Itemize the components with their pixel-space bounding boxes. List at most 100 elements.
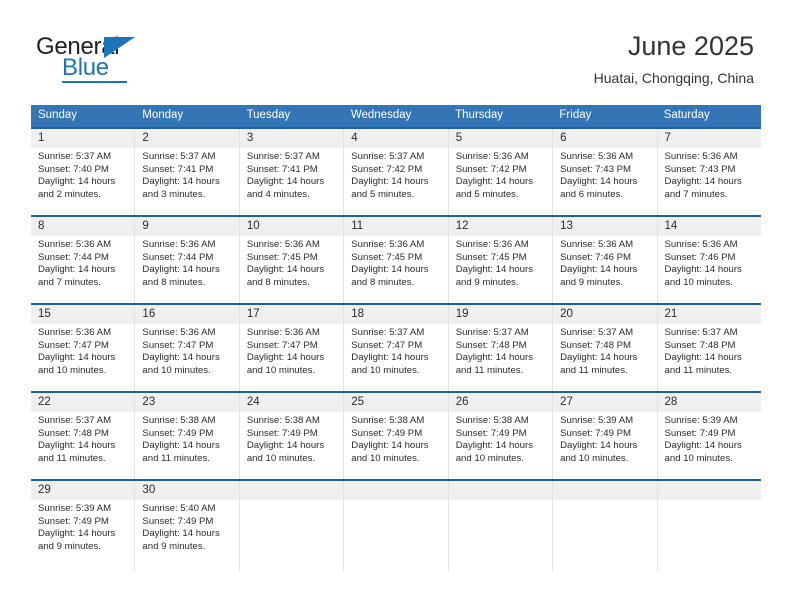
calendar-day-cell[interactable]: 17 Sunrise: 5:36 AM Sunset: 7:47 PM Dayligh… xyxy=(239,305,345,391)
sunset-text: Sunset: 7:41 PM xyxy=(142,163,214,175)
calendar-day-cell[interactable]: 22 Sunrise: 5:37 AM Sunset: 7:48 PM Dayligh… xyxy=(31,393,136,479)
calendar-day-cell[interactable]: 10 Sunrise: 5:36 AM Sunset: 7:45 PM Dayligh… xyxy=(239,217,345,303)
day-number: 21 xyxy=(657,305,761,324)
sunrise-text: Sunrise: 5:38 AM xyxy=(455,415,529,426)
day-number: 28 xyxy=(657,393,761,412)
calendar-day-cell[interactable]: 6 Sunrise: 5:36 AM Sunset: 7:43 PM Daylight… xyxy=(553,129,658,215)
sunset-text: Sunset: 7:43 PM xyxy=(664,163,736,175)
sunset-text: Sunset: 7:45 PM xyxy=(455,251,527,263)
calendar-day-cell[interactable]: 14 Sunrise: 5:36 AM Sunset: 7:46 PM Dayligh… xyxy=(657,217,761,303)
general-blue-logo[interactable]: General Blue xyxy=(36,34,166,84)
day-number xyxy=(553,481,657,500)
day-number: 5 xyxy=(448,129,553,148)
sunrise-text: Sunrise: 5:37 AM xyxy=(351,151,425,162)
day-number: 18 xyxy=(344,305,448,324)
calendar-day-cell[interactable]: 9 Sunrise: 5:36 AM Sunset: 7:44 PM Daylight… xyxy=(135,217,240,303)
sunrise-text: Sunrise: 5:36 AM xyxy=(664,239,738,250)
daylight-text: Daylight: 14 hours and 10 minutes. xyxy=(246,352,325,376)
calendar-day-cell[interactable]: 1 Sunrise: 5:37 AM Sunset: 7:40 PM Daylight… xyxy=(31,129,136,215)
calendar-day-cell[interactable]: 15 Sunrise: 5:36 AM Sunset: 7:47 PM Dayligh… xyxy=(31,305,136,391)
calendar-day-cell[interactable]: 27 Sunrise: 5:39 AM Sunset: 7:49 PM Dayligh… xyxy=(553,393,658,479)
sunrise-text: Sunrise: 5:36 AM xyxy=(142,327,216,338)
calendar-week-row: 1 Sunrise: 5:37 AM Sunset: 7:40 PM Daylight… xyxy=(31,127,761,215)
day-number: 29 xyxy=(31,481,135,500)
calendar-day-cell[interactable]: 16 Sunrise: 5:36 AM Sunset: 7:47 PM Dayligh… xyxy=(135,305,240,391)
calendar-day-cell[interactable]: 13 Sunrise: 5:36 AM Sunset: 7:46 PM Dayligh… xyxy=(553,217,658,303)
sunrise-text: Sunrise: 5:36 AM xyxy=(351,239,425,250)
day-number: 30 xyxy=(135,481,239,500)
calendar-day-cell[interactable]: 5 Sunrise: 5:36 AM Sunset: 7:42 PM Daylight… xyxy=(448,129,554,215)
sunrise-text: Sunrise: 5:37 AM xyxy=(38,415,112,426)
logo-underline xyxy=(62,81,127,83)
calendar-day-cell[interactable]: 19 Sunrise: 5:37 AM Sunset: 7:48 PM Dayligh… xyxy=(448,305,554,391)
calendar-day-cell[interactable]: 8 Sunrise: 5:36 AM Sunset: 7:44 PM Daylight… xyxy=(31,217,136,303)
calendar-day-cell[interactable]: 25 Sunrise: 5:38 AM Sunset: 7:49 PM Dayligh… xyxy=(344,393,449,479)
day-number xyxy=(657,481,761,500)
calendar-day-cell[interactable]: 23 Sunrise: 5:38 AM Sunset: 7:49 PM Dayligh… xyxy=(135,393,240,479)
sunset-text: Sunset: 7:49 PM xyxy=(664,427,736,439)
daylight-text: Daylight: 14 hours and 11 minutes. xyxy=(142,440,220,464)
calendar-day-cell[interactable]: 29 Sunrise: 5:39 AM Sunset: 7:49 PM Dayligh… xyxy=(31,481,136,571)
day-details: Sunrise: 5:38 AM Sunset: 7:49 PM Daylight:… xyxy=(135,412,238,465)
sunset-text: Sunset: 7:48 PM xyxy=(38,427,109,439)
sunrise-text: Sunrise: 5:36 AM xyxy=(455,239,529,250)
daylight-text: Daylight: 14 hours and 5 minutes. xyxy=(455,176,534,200)
daylight-text: Daylight: 14 hours and 4 minutes. xyxy=(246,176,325,200)
calendar-day-cell[interactable]: 21 Sunrise: 5:37 AM Sunset: 7:48 PM Dayligh… xyxy=(657,305,761,391)
day-details: Sunrise: 5:39 AM Sunset: 7:49 PM Daylight:… xyxy=(658,412,761,465)
calendar-day-cell[interactable]: 26 Sunrise: 5:38 AM Sunset: 7:49 PM Dayligh… xyxy=(448,393,554,479)
calendar-day-cell[interactable]: 18 Sunrise: 5:37 AM Sunset: 7:47 PM Dayligh… xyxy=(344,305,449,391)
day-details: Sunrise: 5:37 AM Sunset: 7:48 PM Daylight:… xyxy=(449,324,552,377)
sunset-text: Sunset: 7:48 PM xyxy=(664,339,736,351)
sunset-text: Sunset: 7:49 PM xyxy=(142,515,214,527)
weekday-header-sunday: Sunday xyxy=(38,109,78,121)
day-number: 22 xyxy=(31,393,135,412)
calendar-day-cell[interactable]: 20 Sunrise: 5:37 AM Sunset: 7:48 PM Dayligh… xyxy=(553,305,658,391)
calendar-week-row: 15 Sunrise: 5:36 AM Sunset: 7:47 PM Dayligh… xyxy=(31,303,761,391)
day-number: 15 xyxy=(31,305,135,324)
daylight-text: Daylight: 14 hours and 9 minutes. xyxy=(455,264,534,288)
sunrise-text: Sunrise: 5:39 AM xyxy=(560,415,634,426)
sunset-text: Sunset: 7:42 PM xyxy=(455,163,527,175)
calendar-day-cell[interactable]: 24 Sunrise: 5:38 AM Sunset: 7:49 PM Dayligh… xyxy=(239,393,345,479)
calendar-day-cell[interactable]: 28 Sunrise: 5:39 AM Sunset: 7:49 PM Dayligh… xyxy=(657,393,761,479)
day-details: Sunrise: 5:37 AM Sunset: 7:47 PM Daylight:… xyxy=(344,324,447,377)
daylight-text: Daylight: 14 hours and 11 minutes. xyxy=(560,352,638,376)
day-details: Sunrise: 5:37 AM Sunset: 7:48 PM Daylight:… xyxy=(31,412,134,465)
daylight-text: Daylight: 14 hours and 7 minutes. xyxy=(38,264,116,288)
calendar-day-cell[interactable]: 7 Sunrise: 5:36 AM Sunset: 7:43 PM Daylight… xyxy=(657,129,761,215)
calendar-day-cell[interactable]: 12 Sunrise: 5:36 AM Sunset: 7:45 PM Dayligh… xyxy=(448,217,554,303)
calendar-day-cell[interactable]: 11 Sunrise: 5:36 AM Sunset: 7:45 PM Dayligh… xyxy=(344,217,449,303)
calendar-day-cell[interactable]: 3 Sunrise: 5:37 AM Sunset: 7:41 PM Daylight… xyxy=(239,129,345,215)
day-details: Sunrise: 5:37 AM Sunset: 7:48 PM Daylight:… xyxy=(658,324,761,377)
daylight-text: Daylight: 14 hours and 10 minutes. xyxy=(560,440,638,464)
day-number: 24 xyxy=(239,393,344,412)
day-number: 7 xyxy=(657,129,761,148)
day-details: Sunrise: 5:36 AM Sunset: 7:45 PM Daylight:… xyxy=(449,236,552,289)
calendar-day-cell-empty xyxy=(239,481,345,571)
calendar-day-cell[interactable]: 2 Sunrise: 5:37 AM Sunset: 7:41 PM Daylight… xyxy=(135,129,240,215)
daylight-text: Daylight: 14 hours and 5 minutes. xyxy=(351,176,429,200)
day-details: Sunrise: 5:37 AM Sunset: 7:40 PM Daylight:… xyxy=(31,148,134,201)
day-details: Sunrise: 5:38 AM Sunset: 7:49 PM Daylight:… xyxy=(449,412,552,465)
daylight-text: Daylight: 14 hours and 11 minutes. xyxy=(664,352,742,376)
day-number: 6 xyxy=(553,129,657,148)
daylight-text: Daylight: 14 hours and 11 minutes. xyxy=(38,440,116,464)
day-details: Sunrise: 5:36 AM Sunset: 7:43 PM Daylight:… xyxy=(553,148,656,201)
sunrise-text: Sunrise: 5:39 AM xyxy=(664,415,738,426)
day-details: Sunrise: 5:36 AM Sunset: 7:45 PM Daylight:… xyxy=(240,236,343,289)
calendar-day-cell[interactable]: 30 Sunrise: 5:40 AM Sunset: 7:49 PM Dayligh… xyxy=(135,481,240,571)
sunset-text: Sunset: 7:46 PM xyxy=(560,251,632,263)
calendar-day-cell[interactable]: 4 Sunrise: 5:37 AM Sunset: 7:42 PM Daylight… xyxy=(344,129,449,215)
daylight-text: Daylight: 14 hours and 3 minutes. xyxy=(142,176,220,200)
calendar-day-cell-empty xyxy=(448,481,554,571)
day-number xyxy=(448,481,553,500)
calendar-grid: Sunday Monday Tuesday Wednesday Thursday… xyxy=(31,105,761,571)
day-number: 20 xyxy=(553,305,657,324)
sunrise-text: Sunrise: 5:38 AM xyxy=(246,415,320,426)
sunset-text: Sunset: 7:42 PM xyxy=(351,163,423,175)
sunrise-text: Sunrise: 5:39 AM xyxy=(38,503,112,514)
day-details: Sunrise: 5:37 AM Sunset: 7:41 PM Daylight:… xyxy=(135,148,238,201)
day-details: Sunrise: 5:36 AM Sunset: 7:47 PM Daylight:… xyxy=(31,324,134,377)
day-number: 23 xyxy=(135,393,239,412)
